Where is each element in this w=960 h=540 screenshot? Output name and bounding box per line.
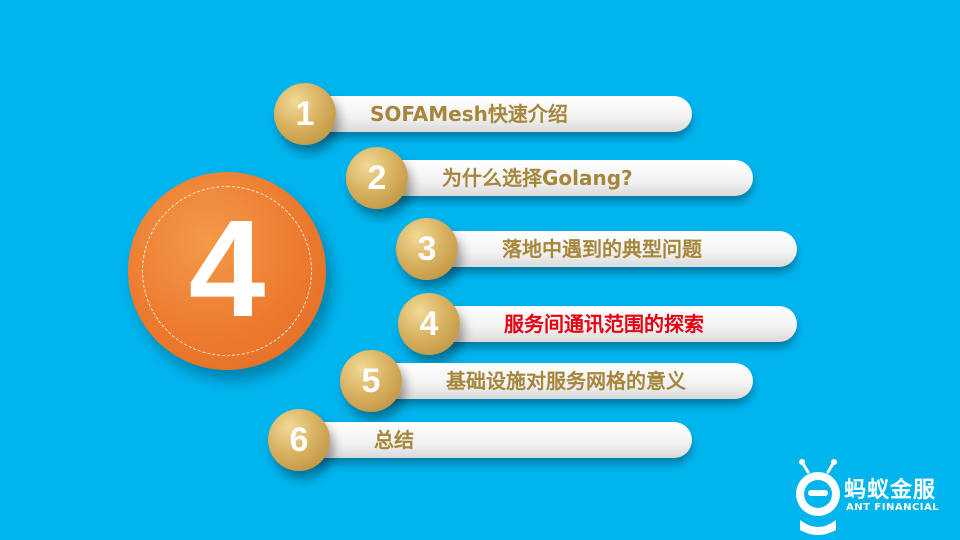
section-number-circle: 4: [128, 172, 326, 370]
agenda-label: 落地中遇到的典型问题: [502, 237, 702, 261]
agenda-item-6[interactable]: 6 总结: [268, 409, 692, 471]
agenda-number-badge: 5: [340, 350, 402, 412]
agenda-label: 总结: [374, 428, 414, 452]
agenda-item-5[interactable]: 5 基础设施对服务网格的意义: [340, 350, 753, 412]
agenda-number-badge: 1: [274, 83, 336, 145]
agenda-label: 基础设施对服务网格的意义: [446, 369, 686, 393]
ant-financial-logo: 蚂蚁金服 ANT FINANCIAL: [790, 458, 950, 538]
agenda-label: 为什么选择Golang?: [442, 166, 633, 190]
agenda-label: SOFAMesh快速介绍: [370, 102, 568, 126]
agenda-number-badge: 2: [346, 147, 408, 209]
agenda-label-active: 服务间通讯范围的探索: [504, 312, 704, 336]
section-number: 4: [188, 192, 266, 346]
ant-logo-icon: [796, 459, 840, 535]
agenda-pill: [292, 422, 692, 458]
agenda-item-2[interactable]: 2 为什么选择Golang?: [346, 147, 753, 209]
agenda-item-4[interactable]: 4 服务间通讯范围的探索: [398, 293, 797, 355]
logo-text-en: ANT FINANCIAL: [846, 502, 940, 513]
agenda-number-badge: 3: [396, 218, 458, 280]
agenda-number-badge: 6: [268, 409, 330, 471]
agenda-number-badge: 4: [398, 293, 460, 355]
agenda-item-1[interactable]: 1 SOFAMesh快速介绍: [274, 83, 692, 145]
logo-text-cn: 蚂蚁金服: [844, 478, 937, 503]
agenda-item-3[interactable]: 3 落地中遇到的典型问题: [396, 218, 797, 280]
